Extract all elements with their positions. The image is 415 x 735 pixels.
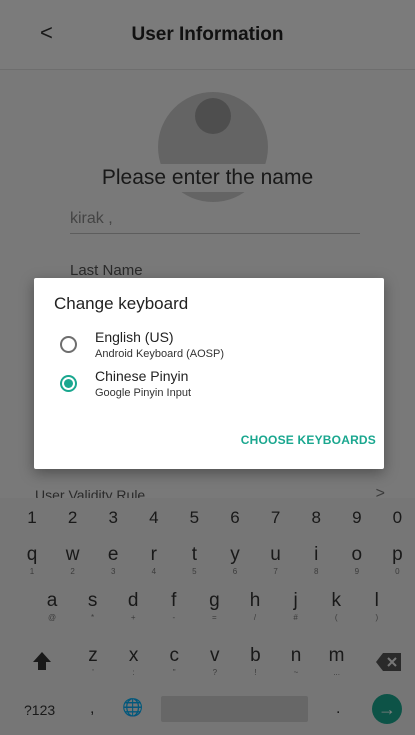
choose-keyboards-button[interactable]: CHOOSE KEYBOARDS [241, 433, 376, 447]
change-keyboard-dialog: Change keyboard English (US) Android Key… [34, 278, 384, 469]
option-name: Chinese Pinyin [95, 368, 189, 384]
option-name: English (US) [95, 329, 174, 345]
option-subtitle: Android Keyboard (AOSP) [95, 348, 225, 360]
radio-button[interactable] [60, 375, 77, 392]
option-chinese-pinyin[interactable]: Chinese Pinyin Google Pinyin Input [56, 368, 366, 408]
radio-button[interactable] [60, 336, 77, 353]
dialog-title: Change keyboard [54, 294, 189, 313]
option-subtitle: Google Pinyin Input [95, 387, 192, 399]
option-english-us[interactable]: English (US) Android Keyboard (AOSP) [56, 329, 366, 369]
